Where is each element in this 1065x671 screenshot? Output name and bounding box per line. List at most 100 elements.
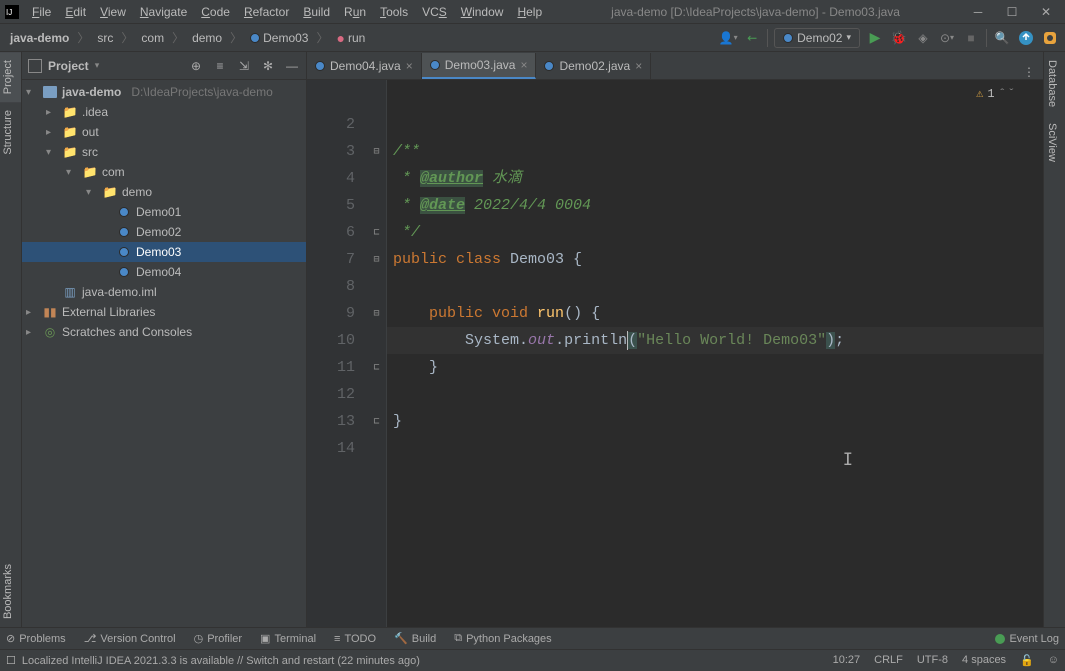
search-icon[interactable]: 🔍 — [993, 29, 1011, 47]
crumb-class[interactable]: Demo03 — [246, 30, 312, 46]
build-tab[interactable]: 🔨Build — [394, 632, 436, 645]
expand-icon[interactable]: ▸ — [26, 307, 38, 318]
expand-icon[interactable]: ▾ — [46, 147, 58, 158]
sciview-tool-tab[interactable]: SciView — [1044, 115, 1060, 170]
stop-button[interactable]: ■ — [962, 29, 980, 47]
tree-demo04[interactable]: Demo04 — [22, 262, 306, 282]
run-button[interactable]: ▶ — [866, 29, 884, 47]
tab-demo02[interactable]: Demo02.java × — [536, 53, 651, 79]
project-panel-title[interactable]: Project — [48, 59, 89, 73]
chevron-down-icon[interactable]: ▾ — [95, 60, 100, 71]
menu-file[interactable]: File — [26, 3, 57, 21]
next-icon[interactable]: ˇ — [1008, 87, 1015, 101]
inspection-widget[interactable]: ⚠ 1 ˆ ˇ — [976, 86, 1015, 101]
structure-tool-tab[interactable]: Structure — [0, 102, 21, 163]
menu-help[interactable]: Help — [511, 3, 548, 21]
expand-icon[interactable]: ▸ — [46, 127, 58, 138]
line-number[interactable] — [307, 84, 367, 111]
expand-icon[interactable]: ▸ — [46, 107, 58, 118]
tree-com[interactable]: ▾ 📁 com — [22, 162, 306, 182]
collapse-icon[interactable]: ⇲ — [236, 58, 252, 74]
tree-out[interactable]: ▸ 📁 out — [22, 122, 306, 142]
run-config-selector[interactable]: Demo02 ▾ — [774, 28, 860, 48]
crumb-com[interactable]: com — [137, 30, 168, 46]
expand-icon[interactable]: ▾ — [66, 167, 78, 178]
menu-code[interactable]: Code — [195, 3, 236, 21]
menu-refactor[interactable]: Refactor — [238, 3, 295, 21]
crumb-demo[interactable]: demo — [188, 30, 226, 46]
user-icon[interactable]: 👤▾ — [719, 29, 737, 47]
todo-tab[interactable]: ≡TODO — [334, 633, 376, 645]
status-icon[interactable]: ☐ — [6, 654, 16, 667]
line-number[interactable]: 13 — [307, 408, 367, 435]
fold-end-marker[interactable]: ⊏ — [367, 408, 386, 435]
fold-marker[interactable]: ⊟ — [367, 138, 386, 165]
line-number[interactable]: 12 — [307, 381, 367, 408]
crumb-project[interactable]: java-demo — [6, 30, 73, 46]
code-content[interactable]: /** * @author 水滴 * @date 2022/4/4 0004 *… — [387, 80, 1043, 627]
close-button[interactable]: ✕ — [1031, 2, 1061, 22]
line-number[interactable]: 4 — [307, 165, 367, 192]
expand-icon[interactable]: ▾ — [86, 187, 98, 198]
line-gutter[interactable]: 2 3 4 5 6 7 8 9 10 11 12 13 14 — [307, 80, 367, 627]
prev-icon[interactable]: ˆ — [999, 87, 1006, 101]
line-number[interactable]: 14 — [307, 435, 367, 462]
line-separator[interactable]: CRLF — [874, 654, 903, 667]
line-number[interactable]: 9 — [307, 300, 367, 327]
indent-setting[interactable]: 4 spaces — [962, 654, 1006, 667]
menu-vcs[interactable]: VCS — [416, 3, 453, 21]
ide-settings-icon[interactable] — [1041, 29, 1059, 47]
bookmarks-tool-tab[interactable]: Bookmarks — [0, 556, 21, 627]
python-packages-tab[interactable]: ⧉Python Packages — [454, 632, 551, 645]
hammer-icon[interactable]: ↖ — [739, 25, 764, 50]
tab-demo03[interactable]: Demo03.java × — [422, 53, 537, 79]
inspection-nav[interactable]: ˆ ˇ — [999, 87, 1015, 101]
menu-window[interactable]: Window — [455, 3, 510, 21]
tree-scratches[interactable]: ▸ ◎ Scratches and Consoles — [22, 322, 306, 342]
coverage-button[interactable]: ◈ — [914, 29, 932, 47]
tree-iml[interactable]: ▥ java-demo.iml — [22, 282, 306, 302]
terminal-tab[interactable]: ▣Terminal — [260, 632, 316, 645]
status-message[interactable]: Localized IntelliJ IDEA 2021.3.3 is avai… — [22, 655, 833, 667]
fold-gutter[interactable]: ⊟ ⊏ ⊟ ⊟ ⊏ ⊏ — [367, 80, 387, 627]
select-opened-icon[interactable]: ⊕ — [188, 58, 204, 74]
maximize-button[interactable]: ☐ — [997, 2, 1027, 22]
inspection-profile-icon[interactable]: ☺ — [1048, 654, 1059, 667]
version-control-tab[interactable]: ⎇Version Control — [84, 632, 176, 645]
hide-icon[interactable]: — — [284, 58, 300, 74]
line-number[interactable]: 11 — [307, 354, 367, 381]
file-encoding[interactable]: UTF-8 — [917, 654, 948, 667]
tree-demo02[interactable]: Demo02 — [22, 222, 306, 242]
line-number[interactable]: 10 — [307, 327, 367, 354]
close-icon[interactable]: × — [406, 59, 413, 73]
tree-src[interactable]: ▾ 📁 src — [22, 142, 306, 162]
project-tool-tab[interactable]: Project — [0, 52, 21, 102]
expand-icon[interactable]: ≡ — [212, 58, 228, 74]
fold-end-marker[interactable]: ⊏ — [367, 354, 386, 381]
menu-navigate[interactable]: Navigate — [134, 3, 193, 21]
fold-end-marker[interactable]: ⊏ — [367, 219, 386, 246]
caret-position[interactable]: 10:27 — [833, 654, 861, 667]
expand-icon[interactable]: ▾ — [26, 87, 38, 98]
tree-external-libs[interactable]: ▸ ▮▮ External Libraries — [22, 302, 306, 322]
readonly-icon[interactable]: 🔓 — [1020, 654, 1034, 667]
profile-button[interactable]: ⊙▾ — [938, 29, 956, 47]
menu-build[interactable]: Build — [297, 3, 336, 21]
event-log-tab[interactable]: Event Log — [995, 633, 1059, 645]
tree-root[interactable]: ▾ java-demo D:\IdeaProjects\java-demo — [22, 82, 306, 102]
tab-menu-icon[interactable]: ⋮ — [1015, 65, 1043, 79]
crumb-src[interactable]: src — [93, 30, 117, 46]
menu-tools[interactable]: Tools — [374, 3, 414, 21]
minimize-button[interactable]: ─ — [963, 2, 993, 22]
database-tool-tab[interactable]: Database — [1044, 52, 1060, 115]
line-number[interactable]: 6 — [307, 219, 367, 246]
update-icon[interactable] — [1017, 29, 1035, 47]
menu-run[interactable]: Run — [338, 3, 372, 21]
close-icon[interactable]: × — [635, 59, 642, 73]
tree-idea[interactable]: ▸ 📁 .idea — [22, 102, 306, 122]
line-number[interactable]: 3 — [307, 138, 367, 165]
tree-demo[interactable]: ▾ 📁 demo — [22, 182, 306, 202]
line-number[interactable]: 5 — [307, 192, 367, 219]
fold-marker[interactable]: ⊟ — [367, 246, 386, 273]
code-editor[interactable]: 2 3 4 5 6 7 8 9 10 11 12 13 14 ⊟ ⊏ ⊟ — [307, 80, 1043, 627]
